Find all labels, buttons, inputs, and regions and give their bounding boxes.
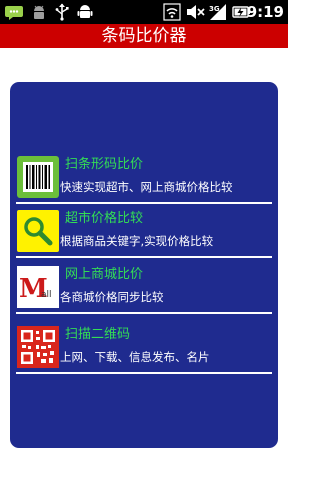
magnifier-icon: [17, 210, 59, 252]
status-bar: 3G 9:19: [0, 0, 288, 24]
menu-item-title: 扫描二维码: [65, 327, 131, 342]
qrcode-icon: [17, 326, 59, 368]
menu-item-barcode-compare[interactable]: 扫条形码比价 快速实现超市、网上商城价格比较: [16, 152, 272, 204]
menu-item-title: 扫条形码比价: [65, 157, 144, 172]
menu-item-desc: 快速实现超市、网上商城价格比较: [60, 180, 233, 194]
wifi-icon: [163, 3, 181, 21]
usb-icon: [55, 3, 69, 21]
divider: [16, 312, 272, 314]
divider: [16, 202, 272, 204]
svg-text:3G: 3G: [209, 5, 220, 13]
android-debug-icon: [77, 5, 93, 18]
menu-item-desc: 上网、下载、信息发布、名片: [60, 350, 210, 364]
menu-item-online-mall-compare[interactable]: M all 网上商城比价 各商城价格同步比较: [16, 262, 272, 314]
menu-item-supermarket-compare[interactable]: 超市价格比较 根据商品关键字,实现价格比较: [16, 206, 272, 258]
divider: [16, 372, 272, 374]
menu-item-title: 超市价格比较: [65, 211, 144, 226]
mall-logo-icon: M all: [17, 266, 59, 308]
divider: [16, 256, 272, 258]
menu-item-scan-qrcode[interactable]: 扫描二维码 上网、下载、信息发布、名片: [16, 322, 272, 374]
android-notification-icon: [34, 5, 44, 19]
svg-text:all: all: [41, 290, 52, 300]
mute-icon: [187, 5, 205, 19]
3g-signal-icon: 3G: [209, 4, 226, 20]
menu-item-title: 网上商城比价: [65, 267, 144, 282]
menu-panel: 扫条形码比价 快速实现超市、网上商城价格比较 超市价格比较 根据商品关键字,实现…: [10, 82, 278, 448]
title-bar: 条码比价器: [0, 24, 288, 49]
status-time: 9:19: [246, 3, 284, 21]
menu-item-desc: 各商城价格同步比较: [60, 290, 164, 304]
app-title: 条码比价器: [101, 26, 187, 46]
menu-item-desc: 根据商品关键字,实现价格比较: [60, 234, 214, 248]
talk-notification-icon: [5, 6, 23, 20]
barcode-icon: [17, 156, 59, 198]
